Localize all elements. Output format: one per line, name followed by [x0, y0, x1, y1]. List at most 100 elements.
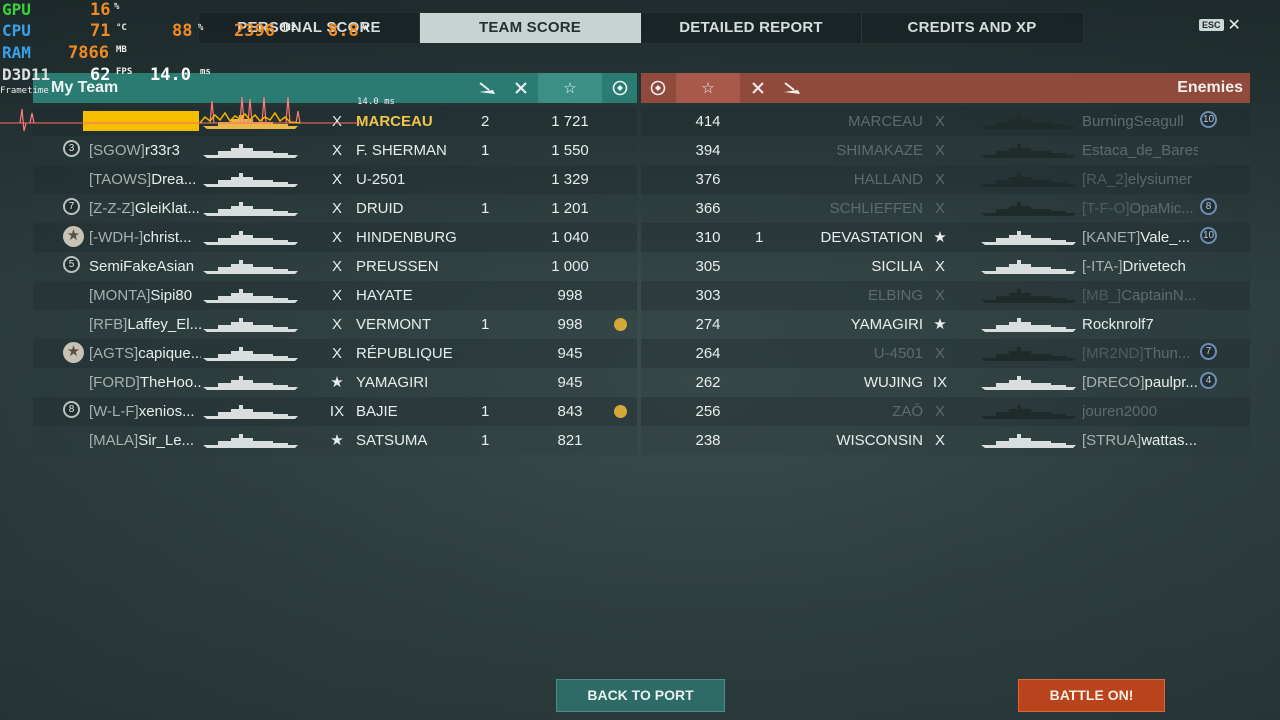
enemy-row[interactable]: 366 SCHLIEFFEN X [T-F-O]OpaMic... 8	[641, 194, 1250, 223]
enemy-row[interactable]: 262 WUJING IX [DRECO]paulpr... 4	[641, 368, 1250, 397]
tab-detailed-report[interactable]: DETAILED REPORT	[641, 13, 862, 43]
player-nickname: CaptainN...	[1121, 287, 1197, 304]
emblem-header-icon[interactable]	[641, 73, 675, 103]
my-team-row[interactable]: ★ [-WDH-]christ... X HINDENBURG 1 040	[33, 223, 637, 252]
player-name: [KANET]Vale_...	[1082, 223, 1198, 252]
my-team-row[interactable]: ★ [AGTS]capique... X RÉPUBLIQUE 945	[33, 339, 637, 368]
enemy-row[interactable]: 274 YAMAGIRI ★ Rocknrolf7	[641, 310, 1250, 339]
cpu-label: CPU	[2, 21, 31, 40]
planes-destroyed-icon[interactable]	[741, 73, 775, 103]
ship-name: MARCEAU	[356, 113, 433, 130]
base-xp-score: 945	[557, 374, 583, 391]
ship-name: HAYATE	[356, 287, 413, 304]
back-to-port-button[interactable]: BACK TO PORT	[556, 679, 725, 712]
my-team-row[interactable]: 7 [Z-Z-Z]GleiKlat... X DRUID 1 1 201	[33, 194, 637, 223]
frametime-ms-unit: ms	[200, 67, 211, 77]
enemy-row[interactable]: 238 WISCONSIN X [STRUA]wattas...	[641, 426, 1250, 455]
ship-silhouette-icon	[981, 231, 1076, 245]
ship-tier: X	[331, 200, 342, 217]
clan-tag: [-ITA-]	[1082, 258, 1123, 275]
player-name: [SGOW]r33r3	[89, 136, 201, 165]
enemy-row[interactable]: 376 HALLAND X [RA_2]elysiumer	[641, 165, 1250, 194]
my-team-row[interactable]: [RFB]Laffey_El... X VERMONT 1 998	[33, 310, 637, 339]
base-xp-score: 821	[557, 432, 583, 449]
ship-tier: X	[331, 287, 342, 304]
enemy-row[interactable]: 310 1 DEVASTATION ★ [KANET]Vale_... 10	[641, 223, 1250, 252]
ships-destroyed-count: 1	[481, 432, 490, 449]
my-team-row[interactable]: [FORD]TheHoo... ★ YAMAGIRI 945	[33, 368, 637, 397]
player-nickname: wattas...	[1141, 432, 1198, 449]
tab-credits-and-xp[interactable]: CREDITS AND XP	[862, 13, 1082, 43]
player-name: [AGTS]capique...	[89, 339, 201, 368]
ship-tier: X	[331, 316, 342, 333]
my-team-row[interactable]: [MONTA]Sipi80 X HAYATE 998	[33, 281, 637, 310]
emblem-header-icon[interactable]	[602, 73, 637, 103]
ship-name: MARCEAU	[847, 113, 923, 130]
ship-name: F. SHERMAN	[356, 142, 447, 159]
player-name: Rocknrolf7	[1082, 310, 1198, 339]
player-name: [RFB]Laffey_El...	[89, 310, 201, 339]
player-nickname: xenios...	[138, 403, 195, 420]
gpu-value: 16	[90, 0, 111, 20]
player-nickname: OpaMic...	[1129, 200, 1194, 217]
ship-tier: IX	[932, 374, 948, 391]
frametime-ms-value: 14.0	[150, 65, 191, 85]
clan-tag: [STRUA]	[1082, 432, 1142, 449]
player-name: jouren2000	[1082, 397, 1198, 426]
clan-tag: [Z-Z-Z]	[89, 200, 135, 217]
enemy-row[interactable]: 303 ELBING X [MB_]CaptainN...	[641, 281, 1250, 310]
ship-tier: ★	[330, 374, 344, 391]
enemy-row[interactable]: 414 MARCEAU X BurningSeagull 10	[641, 107, 1250, 136]
enemy-row[interactable]: 256 ZAŌ Xjouren2000	[641, 397, 1250, 426]
ship-silhouette-icon	[981, 347, 1076, 361]
ships-destroyed-icon[interactable]	[470, 73, 504, 103]
enemy-row[interactable]: 394 SHIMAKAZE X Estaca_de_Bares	[641, 136, 1250, 165]
cpu-power-value: 8.8	[328, 21, 359, 41]
score-star-icon[interactable]: ☆	[538, 73, 602, 103]
my-team-row[interactable]: [MALA]Sir_Le... ★ SATSUMA 1 821	[33, 426, 637, 455]
ship-tier: X	[934, 171, 945, 188]
clan-tag: [RFB]	[89, 316, 128, 333]
ship-name: ZAŌ	[892, 403, 923, 420]
ship-silhouette-icon	[203, 173, 298, 187]
player-nickname: Vale_...	[1140, 229, 1191, 246]
my-team-row[interactable]: 3 [SGOW]r33r3 X F. SHERMAN 1 1 550	[33, 136, 637, 165]
clan-tag: [KANET]	[1082, 229, 1141, 246]
my-team-row[interactable]: [TAOWS]Drea... X U-2501 1 329	[33, 165, 637, 194]
planes-destroyed-icon[interactable]	[504, 73, 538, 103]
cpu-temp-unit: °C	[116, 23, 127, 33]
rank-badge-icon: 7	[1200, 343, 1217, 360]
ship-silhouette-icon	[203, 318, 298, 332]
ship-tier: ★	[330, 432, 344, 449]
my-team-list: X MARCEAU 2 1 721 3 [SGOW]r33r3 X F. SHERMAN 1 1 …	[33, 107, 637, 455]
rank-badge-icon: 7	[63, 198, 80, 215]
ship-name: SATSUMA	[356, 432, 428, 449]
ships-destroyed-count: 2	[481, 113, 490, 130]
battle-on-button[interactable]: BATTLE ON!	[1018, 679, 1165, 712]
fps-value: 62	[90, 65, 111, 85]
base-xp-score: 310	[695, 229, 721, 246]
d3d-label: D3D11	[2, 65, 51, 84]
base-xp-score: 262	[695, 374, 721, 391]
ship-tier: X	[934, 432, 945, 449]
ship-name: BAJIE	[356, 403, 398, 420]
ships-destroyed-icon[interactable]	[775, 73, 809, 103]
ship-silhouette-icon	[203, 202, 298, 216]
rank-badge-icon: 10	[1200, 111, 1217, 128]
player-name: BurningSeagull	[1082, 107, 1198, 136]
tab-team-score[interactable]: TEAM SCORE	[420, 13, 641, 43]
score-star-icon[interactable]: ☆	[676, 73, 740, 103]
enemy-row[interactable]: 305 SICILIA X [-ITA-]Drivetech	[641, 252, 1250, 281]
base-xp-score: 376	[695, 171, 721, 188]
enemies-header: ☆ Enemies	[641, 73, 1250, 103]
my-team-row[interactable]: 8 [W-L-F]xenios... IX BAJIE 1 843	[33, 397, 637, 426]
my-team-row[interactable]: 5 SemiFakeAsian X PREUSSEN 1 000	[33, 252, 637, 281]
player-nickname: SemiFakeAsian	[89, 258, 195, 275]
ship-tier: X	[331, 258, 342, 275]
ram-label: RAM	[2, 43, 31, 62]
fps-unit: FPS	[116, 67, 133, 77]
close-button[interactable]: ESC ✕	[1199, 15, 1241, 35]
gpu-label: GPU	[2, 0, 31, 19]
enemy-row[interactable]: 264 U-4501 X [MR2ND]Thun... 7	[641, 339, 1250, 368]
rank-badge-icon: 4	[1200, 372, 1217, 389]
